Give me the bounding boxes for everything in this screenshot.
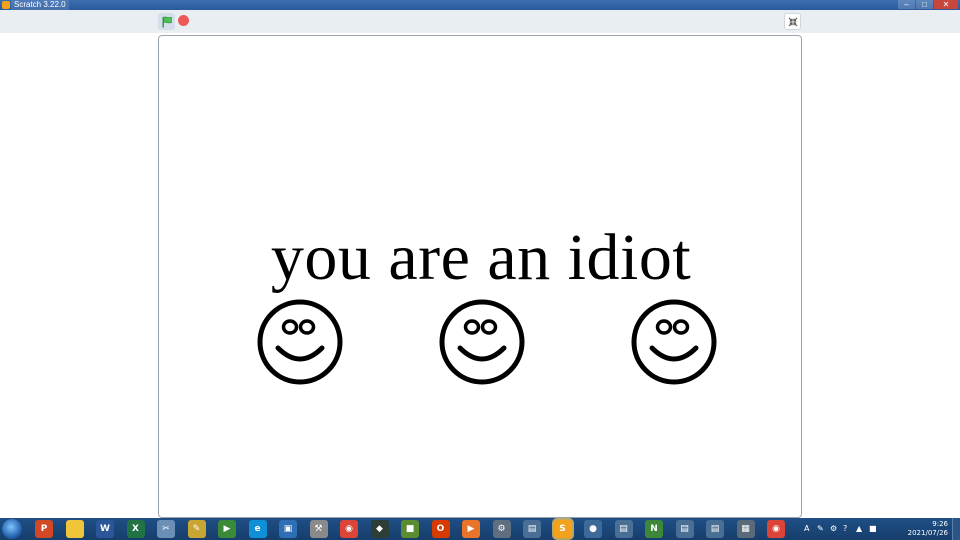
scratch-icon[interactable]: S (553, 520, 572, 538)
taskbar-clock[interactable]: 9:26 2021/07/26 (908, 520, 948, 538)
stage-canvas[interactable]: you are an idiot (158, 35, 802, 518)
media-icon[interactable]: ▶ (462, 520, 480, 538)
media-player-icon[interactable]: ▶ (218, 520, 236, 538)
stage-message: you are an idiot (270, 221, 692, 294)
tray-icon[interactable]: ✎ (817, 524, 824, 533)
green-flag-button[interactable] (158, 13, 175, 30)
file-explorer-icon[interactable] (65, 520, 84, 538)
scratch-app-icon (2, 1, 10, 9)
window-title: Scratch 3.22.0 (11, 0, 69, 10)
maximize-button[interactable]: □ (916, 0, 933, 9)
window-icon-4[interactable]: ▤ (706, 520, 724, 538)
office-icon[interactable]: O (431, 520, 450, 538)
smiley-face-icon (439, 299, 525, 385)
fullscreen-icon (788, 17, 797, 26)
start-button[interactable] (2, 519, 22, 539)
settings-icon[interactable]: ⚙ (492, 520, 511, 538)
clock-time: 9:26 (932, 520, 948, 528)
edge-icon[interactable]: e (248, 520, 267, 538)
tray-icon[interactable]: ■ (869, 524, 877, 533)
tray-icon[interactable]: ⚙ (830, 524, 837, 533)
app-icon[interactable]: ● (584, 520, 602, 538)
stage-header (0, 10, 960, 33)
clock-date: 2021/07/26 (907, 529, 948, 537)
chrome-icon-2[interactable]: ◉ (767, 520, 785, 538)
dark-app-icon[interactable]: ◆ (370, 520, 389, 538)
tray-icon[interactable]: A (804, 524, 809, 533)
window-title-bar: Scratch 3.22.0 – □ ✕ (0, 0, 960, 10)
smiley-face-icon (257, 299, 343, 385)
minecraft-icon[interactable]: ■ (401, 520, 419, 538)
chrome-icon[interactable]: ◉ (340, 520, 358, 538)
powerpoint-icon[interactable]: P (35, 520, 53, 538)
close-button[interactable]: ✕ (934, 0, 958, 9)
window-icon-2[interactable]: ▤ (614, 520, 633, 538)
tool-icon[interactable]: ⚒ (309, 520, 328, 538)
show-desktop-button[interactable] (952, 518, 960, 540)
window-controls: – □ ✕ (897, 0, 958, 10)
taskbar: P W X ✂ ✎ ▶ e ▣ ⚒ ◉ ◆ ■ O ▶ ⚙ ▤ S ● ▤ N ▤ ▤ ▦ ◉ A ✎ ⚙? ▲ ■ 9:26 202… (0, 518, 960, 540)
fullscreen-button[interactable] (784, 13, 801, 30)
calculator-icon[interactable]: ▦ (736, 520, 755, 538)
window-icon-3[interactable]: ▤ (675, 520, 694, 538)
green-flag-icon (162, 16, 172, 27)
word-icon[interactable]: W (96, 520, 114, 538)
stop-button[interactable] (178, 15, 189, 26)
tray-icon[interactable]: ▲ (856, 524, 862, 533)
system-tray: A ✎ ⚙? ▲ ■ 9:26 2021/07/26 (800, 518, 960, 540)
minimize-button[interactable]: – (898, 0, 915, 9)
snipping-tool-icon[interactable]: ✂ (157, 520, 175, 538)
window-app-icon[interactable]: ▤ (523, 520, 541, 538)
virtualbox-icon[interactable]: ▣ (279, 520, 297, 538)
paint-icon[interactable]: ✎ (187, 520, 206, 538)
excel-icon[interactable]: X (126, 520, 145, 538)
nodejs-icon[interactable]: N (645, 520, 663, 538)
smiley-face-icon (631, 299, 717, 385)
tray-icon[interactable]: ? (843, 524, 847, 533)
